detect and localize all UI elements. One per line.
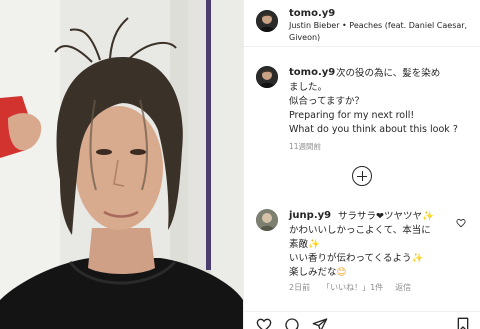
heart-icon[interactable] [456, 213, 466, 228]
sparkles-emoji: ✨ [422, 211, 434, 222]
comment-text: サラサラ [338, 211, 377, 222]
caption-text: ました。 似合ってますか？ Preparing for my next roll… [289, 81, 458, 137]
comment-timestamp[interactable]: 2日前 [289, 282, 310, 293]
plus-circle-icon[interactable] [352, 166, 372, 186]
comment-likes[interactable]: 「いいね！」1件 [322, 282, 383, 293]
comment-text-line: かわいいしかっこよくて、本当に [289, 225, 431, 236]
avatar[interactable] [256, 209, 278, 231]
sparkles-emoji: ✨ [308, 239, 320, 250]
caption-text-line: What do you think about this look ? [289, 124, 458, 135]
smile-emoji: 😊 [336, 267, 347, 278]
caption-text-line: ました。 [289, 82, 328, 93]
comment-text-line: 楽しみだな😊 [289, 266, 431, 280]
comment-meta: 2日前 「いいね！」1件 返信 [289, 282, 411, 293]
comment-text: ツヤツヤ [383, 211, 422, 222]
caption-text-line: Preparing for my next roll! [289, 110, 415, 121]
heart-emoji: ❤ [376, 211, 384, 222]
post-panel: tomo.y9 Justin Bieber • Peaches (feat. D… [243, 0, 480, 329]
comment-text: かわいいしかっこよくて、本当に 素敵✨ いい香りが伝わってくるよう✨ 楽しみだな… [289, 224, 431, 280]
caption-username[interactable]: tomo.y9 [289, 67, 335, 78]
comment-text: 楽しみだな [289, 267, 337, 278]
reply-button[interactable]: 返信 [395, 282, 411, 293]
caption-text-line: 次の役の為に、髪を染め [336, 68, 441, 79]
bookmark-icon[interactable] [455, 317, 471, 329]
caption-timestamp[interactable]: 11週間前 [289, 141, 321, 152]
comment-text: いい香りが伝わってくるよう [289, 253, 412, 264]
audio-track[interactable]: Justin Bieber • Peaches (feat. Daniel Ca… [289, 20, 474, 44]
header-username[interactable]: tomo.y9 [289, 8, 335, 19]
post-photo[interactable] [0, 0, 243, 329]
comment-text-line: サラサラ❤ツヤツヤ✨ [338, 210, 434, 224]
comment-text-line: 素敵✨ [289, 238, 431, 252]
comment-icon[interactable] [284, 317, 300, 329]
action-bar [244, 312, 480, 329]
caption-text-line: 似合ってますか？ [289, 96, 365, 107]
sparkles-emoji: ✨ [411, 253, 424, 264]
avatar[interactable] [256, 66, 278, 88]
portrait-image [0, 0, 243, 329]
avatar[interactable] [256, 10, 278, 32]
comment-text-line: いい香りが伝わってくるよう✨ [289, 252, 431, 266]
divider [244, 46, 480, 47]
heart-icon[interactable] [256, 317, 272, 329]
post-header: tomo.y9 Justin Bieber • Peaches (feat. D… [244, 0, 480, 46]
comment-text: 素敵 [289, 239, 309, 250]
comment-username[interactable]: junp.y9 [289, 210, 331, 221]
share-icon[interactable] [312, 317, 328, 329]
instagram-post: tomo.y9 Justin Bieber • Peaches (feat. D… [0, 0, 480, 329]
